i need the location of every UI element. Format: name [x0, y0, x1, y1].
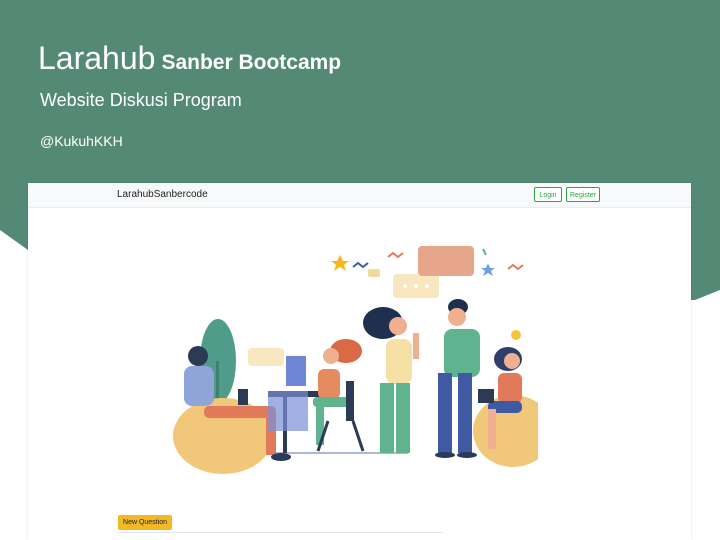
register-button[interactable]: Register — [566, 187, 600, 202]
login-button[interactable]: Login — [534, 187, 562, 202]
people-discussion-illustration — [173, 246, 538, 474]
new-question-button[interactable]: New Question — [118, 515, 172, 530]
title-sub: Sanber Bootcamp — [161, 51, 342, 74]
navbar: LarahubSanbercode Login Register — [28, 183, 691, 208]
slide-title: Larahub Sanber Bootcamp — [38, 40, 341, 77]
divider — [118, 532, 443, 533]
title-main: Larahub — [38, 40, 156, 76]
app-screenshot: LarahubSanbercode Login Register New Que… — [28, 183, 691, 540]
navbar-brand[interactable]: LarahubSanbercode — [117, 189, 208, 200]
author-handle: @KukuhKKH — [40, 133, 123, 149]
slide-subtitle: Website Diskusi Program — [40, 90, 242, 110]
